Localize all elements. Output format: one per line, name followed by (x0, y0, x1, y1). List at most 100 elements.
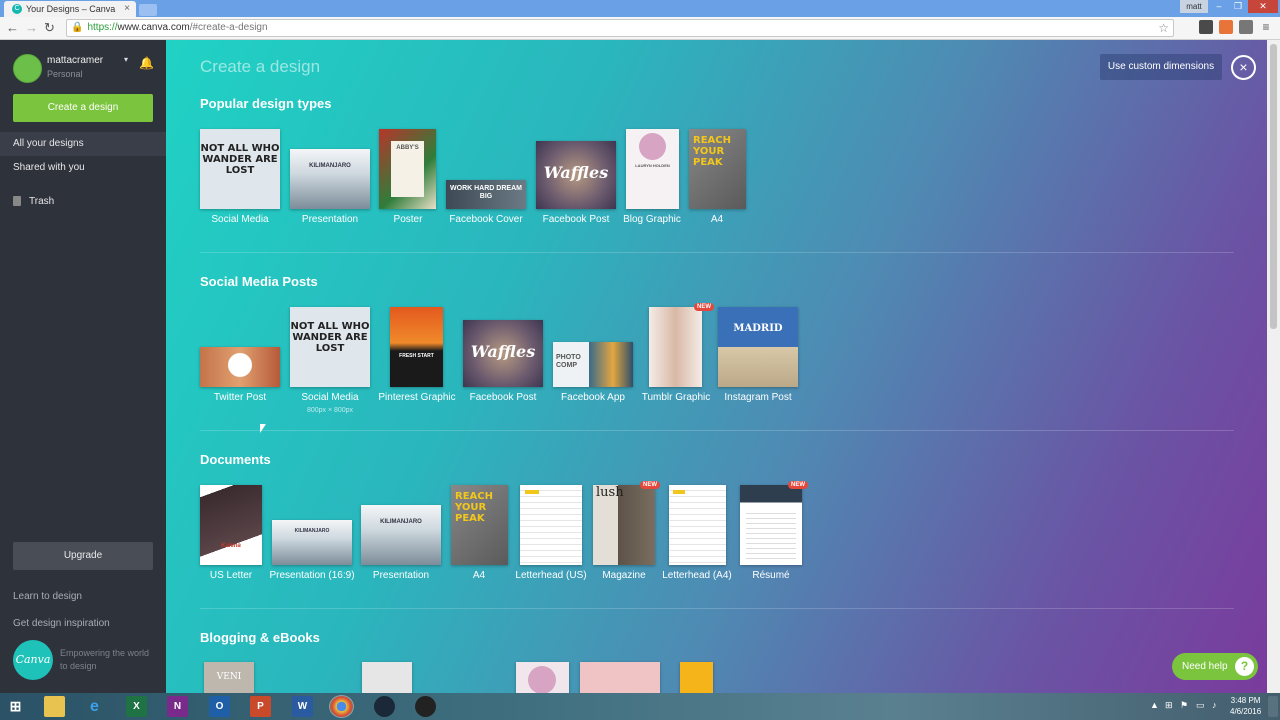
sidebar: mattacramer Personal ▾ 🔔 Create a design… (0, 40, 176, 693)
design-thumbnail-facebook-app[interactable]: PHOTO COMP (553, 342, 633, 387)
design-thumbnail-social-media[interactable]: NOT ALL WHO WANDER ARE LOST (200, 129, 280, 209)
steam-icon[interactable] (374, 696, 395, 717)
tagline: Empowering the world to design (60, 648, 150, 671)
design-thumbnail-facebook-post[interactable]: Waffles (536, 141, 616, 209)
extension-icon[interactable] (1199, 20, 1213, 34)
clock-time: 3:48 PM (1230, 696, 1261, 705)
outlook-icon[interactable]: O (209, 696, 230, 717)
tab-title: Your Designs – Canva (26, 4, 116, 14)
design-thumbnail-presentation[interactable]: KILIMANJARO (290, 149, 370, 209)
back-icon[interactable]: ← (6, 20, 19, 35)
sidebar-item-all-designs[interactable]: All your designs (0, 132, 176, 156)
design-thumbnail-tumblr-graphic[interactable] (649, 307, 702, 387)
section-title: Social Media Posts (200, 274, 318, 289)
new-tab-button[interactable] (139, 4, 157, 16)
chrome-icon[interactable] (329, 695, 354, 718)
design-type-label: Résumé (752, 570, 790, 581)
learn-to-design-link[interactable]: Learn to design (13, 591, 82, 602)
design-type-label: Tumblr Graphic (641, 392, 711, 403)
design-type-label: Instagram Post (724, 392, 792, 403)
avatar[interactable] (13, 54, 42, 83)
need-help-label: Need help (1182, 661, 1228, 672)
design-thumbnail-presentation-16-9[interactable]: KILIMANJARO (272, 520, 352, 565)
close-icon[interactable]: × (1231, 55, 1256, 80)
design-thumbnail-poster[interactable]: ABBY'S (379, 129, 436, 209)
url-scheme: https:// (87, 22, 118, 33)
windows-taskbar: ⊞ e X N O P W ▲ ⊞ ⚑ ▭ ♪ 3:48 PM 4/6/2016 (0, 693, 1280, 720)
need-help-button[interactable]: Need help ? (1172, 653, 1258, 680)
obs-icon[interactable] (415, 696, 436, 717)
design-thumbnail-facebook-cover[interactable]: WORK HARD DREAM BIG (446, 180, 526, 209)
design-thumbnail-letterhead-a4[interactable] (669, 485, 726, 565)
tray-flag-icon[interactable]: ⚑ (1180, 700, 1188, 711)
scrollbar-thumb[interactable] (1270, 44, 1277, 329)
design-thumbnail-pinterest-graphic[interactable]: FRESH START (390, 307, 443, 387)
minimize-button[interactable]: – (1210, 0, 1228, 13)
bell-icon[interactable]: 🔔 (139, 56, 154, 70)
tray-network-icon[interactable]: ▭ (1196, 700, 1205, 711)
excel-icon[interactable]: X (126, 696, 147, 717)
extension-icon[interactable] (1219, 20, 1233, 34)
lock-icon: 🔒 (71, 22, 84, 33)
design-type-label: Facebook App (561, 392, 625, 403)
design-type-label: Facebook Post (469, 392, 537, 403)
custom-dimensions-button[interactable]: Use custom dimensions (1100, 54, 1222, 80)
design-type-label: Blog Graphic (623, 214, 681, 225)
sidebar-item-shared[interactable]: Shared with you (0, 156, 166, 180)
design-thumbnail-twitter-post[interactable] (200, 347, 280, 387)
design-thumbnail-ebook[interactable] (680, 662, 713, 693)
design-thumbnail-us-letter[interactable]: Kalena (200, 485, 262, 565)
taskbar-clock[interactable]: 3:48 PM 4/6/2016 (1230, 695, 1261, 717)
reload-icon[interactable]: ↻ (44, 20, 55, 36)
design-thumbnail-facebook-post[interactable]: Waffles (463, 320, 543, 387)
design-inspiration-link[interactable]: Get design inspiration (13, 618, 110, 629)
design-thumbnail-a4[interactable]: REACH YOUR PEAK (451, 485, 508, 565)
file-explorer-icon[interactable] (44, 696, 65, 717)
design-type-label: Facebook Post (542, 214, 610, 225)
tab-close-icon[interactable]: × (124, 3, 130, 14)
extension-icon[interactable] (1239, 20, 1253, 34)
username[interactable]: mattacramer (47, 55, 103, 66)
design-type-label: Social Media (301, 392, 359, 403)
windows-start-icon[interactable]: ⊞ (5, 696, 26, 717)
design-thumbnail-letterhead-us[interactable] (520, 485, 582, 565)
create-design-button[interactable]: Create a design (13, 94, 153, 122)
create-design-panel: Create a design Use custom dimensions × … (166, 40, 1267, 693)
design-thumbnail-social-media[interactable]: NOT ALL WHO WANDER ARE LOST (290, 307, 370, 387)
design-thumbnail-blog[interactable] (516, 662, 569, 693)
window-user-badge: matt (1180, 0, 1208, 13)
design-thumbnail-ebook[interactable] (362, 662, 412, 693)
internet-explorer-icon[interactable]: e (84, 696, 105, 717)
design-thumbnail-magazine[interactable]: lush (593, 485, 655, 565)
design-thumbnail-blog-graphic[interactable]: LAURYN HOLDEN (626, 129, 679, 209)
tray-chevron-icon[interactable]: ▲ (1150, 700, 1159, 710)
canva-logo: Canva (13, 640, 53, 680)
sidebar-item-label: Trash (29, 196, 55, 207)
window-close-button[interactable]: ✕ (1248, 0, 1278, 13)
tray-volume-icon[interactable]: ♪ (1212, 700, 1217, 710)
onenote-icon[interactable]: N (167, 696, 188, 717)
sidebar-item-trash[interactable]: Trash (0, 190, 166, 214)
design-thumbnail-instagram-post[interactable]: MADRID (718, 307, 798, 387)
show-desktop-button[interactable] (1268, 696, 1278, 717)
new-badge: NEW (788, 481, 808, 489)
design-type-label: Pinterest Graphic (378, 392, 456, 403)
bookmark-star-icon[interactable]: ☆ (1158, 20, 1169, 36)
design-thumbnail-blog[interactable] (580, 662, 660, 693)
chevron-down-icon[interactable]: ▾ (124, 55, 128, 64)
word-icon[interactable]: W (292, 696, 313, 717)
browser-tab[interactable]: C Your Designs – Canva × (4, 1, 136, 17)
design-thumbnail-resume[interactable] (740, 485, 802, 565)
powerpoint-icon[interactable]: P (250, 696, 271, 717)
menu-icon[interactable]: ≡ (1259, 20, 1273, 34)
design-thumbnail-a4[interactable]: REACH YOUR PEAK (689, 129, 746, 209)
design-type-label: A4 (472, 570, 486, 581)
restore-button[interactable]: ❐ (1229, 0, 1247, 13)
forward-icon[interactable]: → (25, 20, 38, 35)
design-thumbnail-blog[interactable]: VENI (204, 662, 254, 693)
design-thumbnail-presentation[interactable]: KILIMANJARO (361, 505, 441, 565)
canva-favicon-icon: C (12, 4, 22, 14)
address-bar[interactable]: 🔒 https://www.canva.com/#create-a-design … (66, 19, 1174, 37)
upgrade-button[interactable]: Upgrade (13, 542, 153, 570)
tray-windows-icon[interactable]: ⊞ (1165, 700, 1173, 711)
